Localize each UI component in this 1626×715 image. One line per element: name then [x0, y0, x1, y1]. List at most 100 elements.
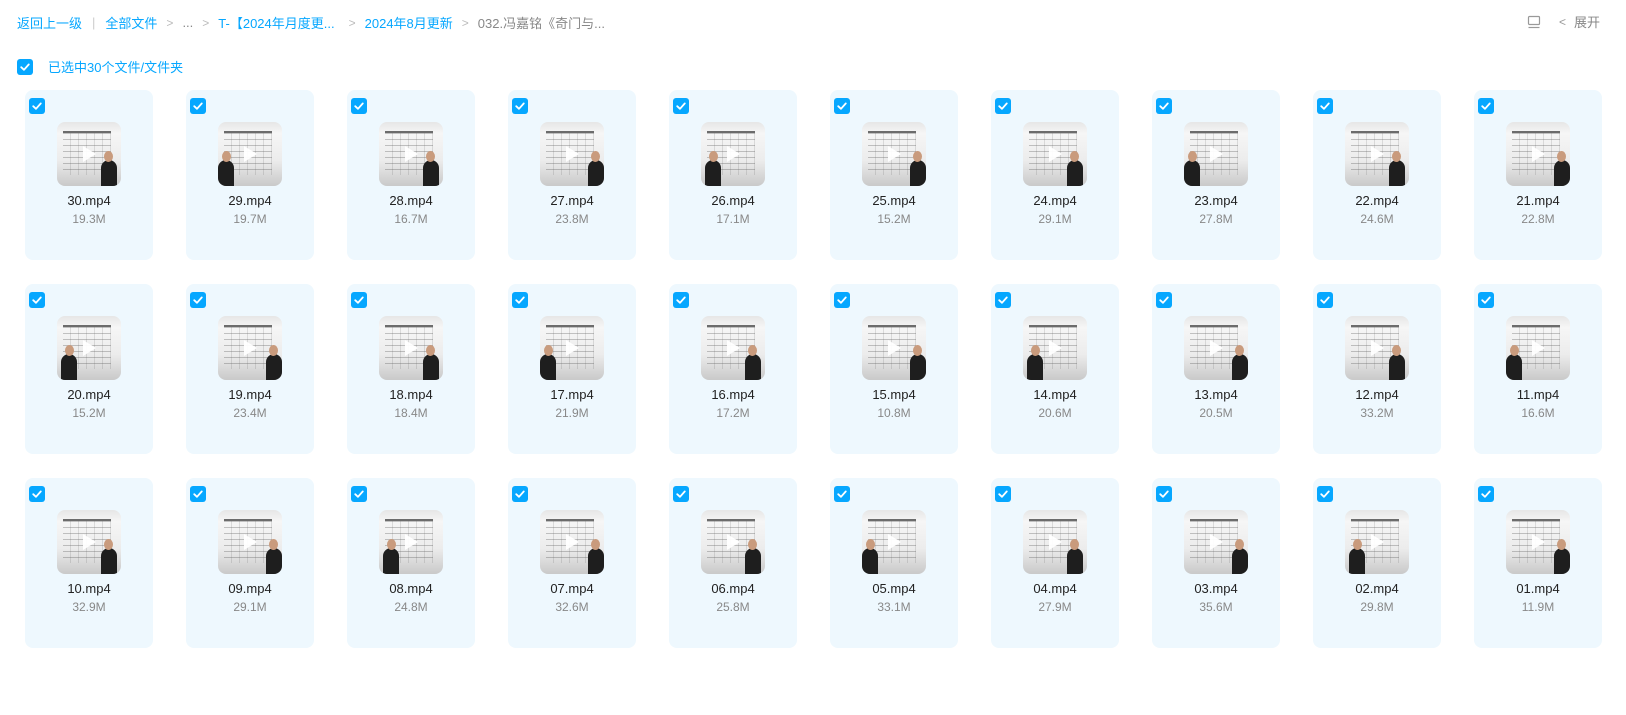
file-name: 25.mp4	[872, 193, 916, 208]
video-thumbnail	[57, 510, 121, 574]
file-tile[interactable]: 10.mp4 32.9M	[25, 478, 153, 648]
file-size: 18.4M	[394, 406, 428, 420]
file-tile[interactable]: 22.mp4 24.6M	[1313, 90, 1441, 260]
file-tile[interactable]: 16.mp4 17.2M	[669, 284, 797, 454]
file-checkbox[interactable]	[512, 292, 528, 308]
file-checkbox[interactable]	[995, 98, 1011, 114]
file-checkbox[interactable]	[995, 486, 1011, 502]
file-size: 23.4M	[233, 406, 267, 420]
file-tile[interactable]: 19.mp4 23.4M	[186, 284, 314, 454]
file-tile[interactable]: 26.mp4 17.1M	[669, 90, 797, 260]
breadcrumb-all-files[interactable]: 全部文件	[105, 13, 157, 32]
breadcrumb-folder-august[interactable]: 2024年8月更新	[365, 13, 453, 32]
file-tile[interactable]: 09.mp4 29.1M	[186, 478, 314, 648]
file-tile[interactable]: 20.mp4 15.2M	[25, 284, 153, 454]
file-tile[interactable]: 04.mp4 27.9M	[991, 478, 1119, 648]
file-tile[interactable]: 13.mp4 20.5M	[1152, 284, 1280, 454]
file-tile[interactable]: 15.mp4 10.8M	[830, 284, 958, 454]
file-checkbox[interactable]	[834, 486, 850, 502]
top-bar: 返回上一级 | 全部文件 > ... > T-【2024年月度更... > 20…	[0, 0, 1626, 44]
file-tile[interactable]: 18.mp4 18.4M	[347, 284, 475, 454]
file-checkbox[interactable]	[351, 292, 367, 308]
file-checkbox[interactable]	[351, 486, 367, 502]
file-tile[interactable]: 01.mp4 11.9M	[1474, 478, 1602, 648]
file-checkbox[interactable]	[190, 486, 206, 502]
file-tile[interactable]: 21.mp4 22.8M	[1474, 90, 1602, 260]
file-size: 32.9M	[72, 600, 106, 614]
breadcrumb-folder-monthly[interactable]: T-【2024年月度更...	[218, 13, 334, 32]
file-checkbox[interactable]	[29, 98, 45, 114]
file-name: 29.mp4	[228, 193, 272, 208]
play-icon	[727, 146, 740, 162]
file-checkbox[interactable]	[1317, 98, 1333, 114]
file-checkbox[interactable]	[351, 98, 367, 114]
file-checkbox[interactable]	[1156, 292, 1172, 308]
file-checkbox[interactable]	[1317, 486, 1333, 502]
file-tile[interactable]: 29.mp4 19.7M	[186, 90, 314, 260]
file-size: 20.6M	[1038, 406, 1072, 420]
back-link[interactable]: 返回上一级	[17, 13, 82, 32]
file-checkbox[interactable]	[834, 98, 850, 114]
file-checkbox[interactable]	[1156, 486, 1172, 502]
video-thumbnail	[1184, 510, 1248, 574]
file-size: 19.3M	[72, 212, 106, 226]
file-size: 16.7M	[394, 212, 428, 226]
play-icon	[1210, 534, 1223, 550]
file-tile[interactable]: 28.mp4 16.7M	[347, 90, 475, 260]
file-checkbox[interactable]	[1156, 98, 1172, 114]
video-thumbnail	[862, 510, 926, 574]
file-size: 29.8M	[1360, 600, 1394, 614]
play-icon	[1532, 146, 1545, 162]
breadcrumb-ellipsis[interactable]: ...	[182, 15, 193, 30]
file-name: 23.mp4	[1194, 193, 1238, 208]
file-checkbox[interactable]	[1478, 98, 1494, 114]
select-all-checkbox[interactable]	[17, 58, 33, 75]
file-checkbox[interactable]	[673, 486, 689, 502]
file-tile[interactable]: 24.mp4 29.1M	[991, 90, 1119, 260]
file-checkbox[interactable]	[995, 292, 1011, 308]
play-icon	[888, 340, 901, 356]
file-checkbox[interactable]	[673, 98, 689, 114]
video-thumbnail	[218, 122, 282, 186]
file-checkbox[interactable]	[1478, 486, 1494, 502]
file-tile[interactable]: 30.mp4 19.3M	[25, 90, 153, 260]
file-tile[interactable]: 05.mp4 33.1M	[830, 478, 958, 648]
file-checkbox[interactable]	[1478, 292, 1494, 308]
file-size: 17.2M	[716, 406, 750, 420]
file-name: 17.mp4	[550, 387, 594, 402]
chevron-right-icon: >	[461, 15, 469, 30]
file-checkbox[interactable]	[190, 98, 206, 114]
file-tile[interactable]: 25.mp4 15.2M	[830, 90, 958, 260]
file-tile[interactable]: 11.mp4 16.6M	[1474, 284, 1602, 454]
file-tile[interactable]: 14.mp4 20.6M	[991, 284, 1119, 454]
file-tile[interactable]: 23.mp4 27.8M	[1152, 90, 1280, 260]
file-tile[interactable]: 03.mp4 35.6M	[1152, 478, 1280, 648]
file-checkbox[interactable]	[1317, 292, 1333, 308]
video-thumbnail	[57, 316, 121, 380]
video-thumbnail	[1184, 122, 1248, 186]
expand-button[interactable]: < 展开	[1559, 12, 1600, 31]
play-icon	[1049, 534, 1062, 550]
file-checkbox[interactable]	[512, 486, 528, 502]
file-checkbox[interactable]	[673, 292, 689, 308]
play-icon	[1371, 146, 1384, 162]
play-icon	[566, 534, 579, 550]
file-checkbox[interactable]	[29, 292, 45, 308]
file-checkbox[interactable]	[512, 98, 528, 114]
file-tile[interactable]: 12.mp4 33.2M	[1313, 284, 1441, 454]
file-size: 35.6M	[1199, 600, 1233, 614]
file-tile[interactable]: 06.mp4 25.8M	[669, 478, 797, 648]
file-tile[interactable]: 17.mp4 21.9M	[508, 284, 636, 454]
video-thumbnail	[1023, 510, 1087, 574]
file-tile[interactable]: 02.mp4 29.8M	[1313, 478, 1441, 648]
file-checkbox[interactable]	[29, 486, 45, 502]
file-tile[interactable]: 27.mp4 23.8M	[508, 90, 636, 260]
file-checkbox[interactable]	[834, 292, 850, 308]
file-tile[interactable]: 08.mp4 24.8M	[347, 478, 475, 648]
file-name: 06.mp4	[711, 581, 755, 596]
list-view-icon[interactable]	[1527, 15, 1541, 29]
play-icon	[244, 534, 257, 550]
file-checkbox[interactable]	[190, 292, 206, 308]
file-tile[interactable]: 07.mp4 32.6M	[508, 478, 636, 648]
breadcrumb-divider: |	[92, 15, 96, 30]
